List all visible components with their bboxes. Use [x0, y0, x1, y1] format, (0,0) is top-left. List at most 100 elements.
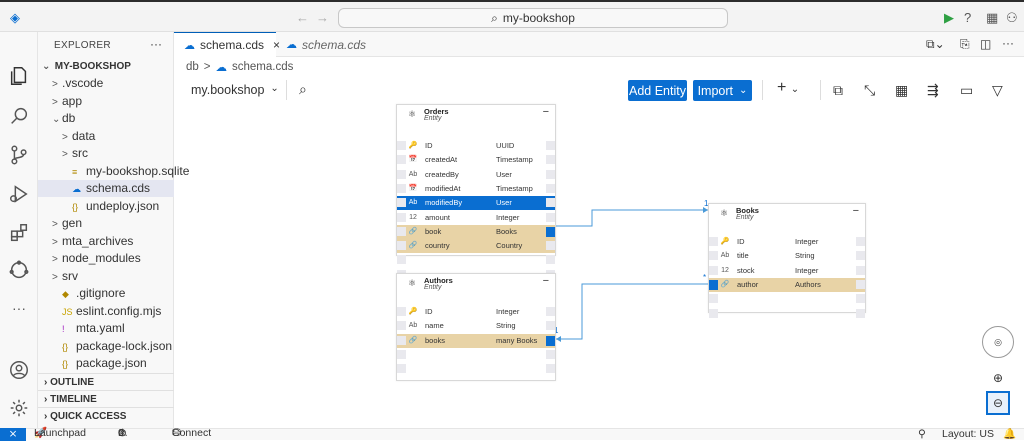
tree-item[interactable]: >srv [38, 268, 174, 285]
breadcrumb-file[interactable]: schema.cds [232, 61, 293, 73]
row-handle-right[interactable] [546, 184, 555, 193]
row-handle-right[interactable] [546, 170, 555, 179]
auto-layout-icon[interactable]: ⤡ [864, 82, 875, 99]
row-handle-right[interactable] [856, 280, 865, 289]
tab-schema-cds-active[interactable]: ☁ schema.cds × [174, 32, 276, 57]
row-handle-left[interactable] [397, 227, 406, 236]
entity-field[interactable]: AbcreatedByUser [397, 168, 555, 182]
row-handle-left[interactable] [397, 321, 406, 330]
quick-access-section[interactable]: › QUICK ACCESS [38, 407, 174, 424]
row-handle-right[interactable] [546, 364, 555, 373]
entity-field[interactable]: AbmodifiedByUser [397, 196, 555, 210]
tree-item[interactable]: ◆.gitignore [38, 285, 174, 302]
run-icon[interactable]: ▶ [944, 10, 954, 26]
add-menu-button[interactable]: + ⌄ [777, 79, 799, 97]
entity-field[interactable]: AbtitleString [709, 249, 865, 263]
entity-empty-row[interactable] [397, 348, 555, 362]
connection-port[interactable] [546, 336, 555, 346]
account-icon[interactable]: ⚇ [1006, 10, 1018, 26]
entity-field[interactable]: 🔗authorAuthors [709, 278, 865, 292]
tree-item[interactable]: >node_modules [38, 250, 174, 267]
entity-field[interactable]: 🔗booksmany Books [397, 334, 555, 348]
row-handle-left[interactable] [397, 241, 406, 250]
entity-field[interactable]: 🔑IDInteger [709, 235, 865, 249]
row-handle-right[interactable] [546, 255, 555, 264]
row-handle-right[interactable] [546, 213, 555, 222]
entity-books[interactable]: ⚛ Books Entity − 🔑IDIntegerAbtitleString… [708, 203, 866, 313]
entity-field[interactable]: 🔗countryCountry [397, 239, 555, 253]
remote-icon[interactable] [7, 258, 31, 282]
more-actions-icon[interactable]: ··· [1002, 36, 1014, 50]
tree-item[interactable]: >src [38, 145, 174, 162]
entity-field[interactable]: 12amountInteger [397, 211, 555, 225]
tab-schema-cds-preview[interactable]: ☁ schema.cds [276, 32, 376, 57]
entity-empty-row[interactable] [709, 307, 865, 321]
entity-field[interactable]: AbnameString [397, 319, 555, 333]
row-handle-right[interactable] [546, 155, 555, 164]
zoom-out-button[interactable]: ⊖ [986, 391, 1010, 415]
row-handle-left[interactable] [397, 155, 406, 164]
row-handle-left[interactable] [397, 184, 406, 193]
run-debug-icon[interactable] [7, 182, 31, 206]
search-icon[interactable]: ⌕ [299, 81, 307, 98]
diagram-view-icon[interactable]: ⧉⌄ [926, 37, 945, 52]
entity-empty-row[interactable] [397, 253, 555, 267]
entity-authors[interactable]: ⚛ Authors Entity − 🔑IDIntegerAbnameStrin… [396, 273, 556, 381]
timeline-section[interactable]: › TIMELINE [38, 390, 174, 407]
connection-port[interactable] [546, 227, 555, 237]
row-handle-left[interactable] [397, 307, 406, 316]
breadcrumb-folder[interactable]: db [186, 61, 199, 73]
row-handle-left[interactable] [397, 198, 406, 207]
row-handle-left[interactable] [397, 141, 406, 150]
entity-field[interactable]: 12stockInteger [709, 264, 865, 278]
more-activity-icon[interactable]: ··· [7, 296, 31, 320]
extensions-icon[interactable] [7, 221, 31, 245]
filter-icon[interactable]: ▽ [992, 82, 1003, 99]
open-changes-icon[interactable]: ⎘ [960, 37, 970, 52]
entity-field[interactable]: 🔑IDInteger [397, 305, 555, 319]
outline-section[interactable]: › OUTLINE [38, 373, 174, 390]
explorer-icon[interactable] [7, 64, 31, 88]
row-handle-left[interactable] [397, 350, 406, 359]
tree-item[interactable]: >mta_archives [38, 233, 174, 250]
entity-field[interactable]: 🔗bookBooks [397, 225, 555, 239]
tree-item[interactable]: {}undeploy.json [38, 198, 174, 215]
tree-item[interactable]: {}package.json [38, 355, 174, 372]
row-handle-left[interactable] [709, 266, 718, 275]
row-handle-left[interactable] [709, 294, 718, 303]
remote-indicator[interactable]: ⨯ [0, 428, 26, 441]
tree-item[interactable]: ⌄db [38, 110, 174, 127]
row-handle-right[interactable] [546, 321, 555, 330]
add-entity-button[interactable]: Add Entity [628, 80, 687, 101]
tree-item[interactable]: ☁schema.cds [38, 180, 174, 197]
row-handle-right[interactable] [546, 241, 555, 250]
entity-empty-row[interactable] [397, 362, 555, 376]
entity-orders[interactable]: ⚛ Orders Entity − 🔑IDUUID📅createdAtTimes… [396, 104, 556, 256]
entity-field[interactable]: 🔑IDUUID [397, 139, 555, 153]
collapse-icon[interactable]: − [543, 106, 549, 118]
settings-gear-icon[interactable] [7, 396, 31, 420]
keyboard-layout[interactable]: Layout: US [942, 428, 994, 441]
layer-icon[interactable]: ⧉ [833, 82, 843, 99]
row-handle-right[interactable] [546, 198, 555, 207]
search-activity-icon[interactable] [7, 104, 31, 128]
diagram-canvas[interactable]: 1 * 1 ⚛ Orders Entity − 🔑IDUUID📅createdA… [174, 104, 1024, 428]
sort-icon[interactable]: ⇶ [927, 82, 939, 99]
row-handle-left[interactable] [397, 255, 406, 264]
row-handle-right[interactable] [546, 141, 555, 150]
layout-icon[interactable]: ▦ [986, 10, 998, 26]
tree-item[interactable]: >.vscode [38, 75, 174, 92]
row-handle-right[interactable] [856, 237, 865, 246]
row-handle-right[interactable] [546, 307, 555, 316]
explorer-more-button[interactable]: ··· [150, 37, 162, 51]
entity-empty-row[interactable] [709, 292, 865, 306]
row-handle-left[interactable] [397, 364, 406, 373]
row-handle-left[interactable] [709, 237, 718, 246]
collapse-icon[interactable]: − [543, 275, 549, 287]
row-handle-right[interactable] [546, 350, 555, 359]
row-handle-left[interactable] [397, 213, 406, 222]
help-icon[interactable]: ? [964, 10, 971, 26]
source-control-icon[interactable] [7, 143, 31, 167]
accounts-icon[interactable]: ⚲ [918, 428, 926, 441]
row-handle-right[interactable] [856, 251, 865, 260]
